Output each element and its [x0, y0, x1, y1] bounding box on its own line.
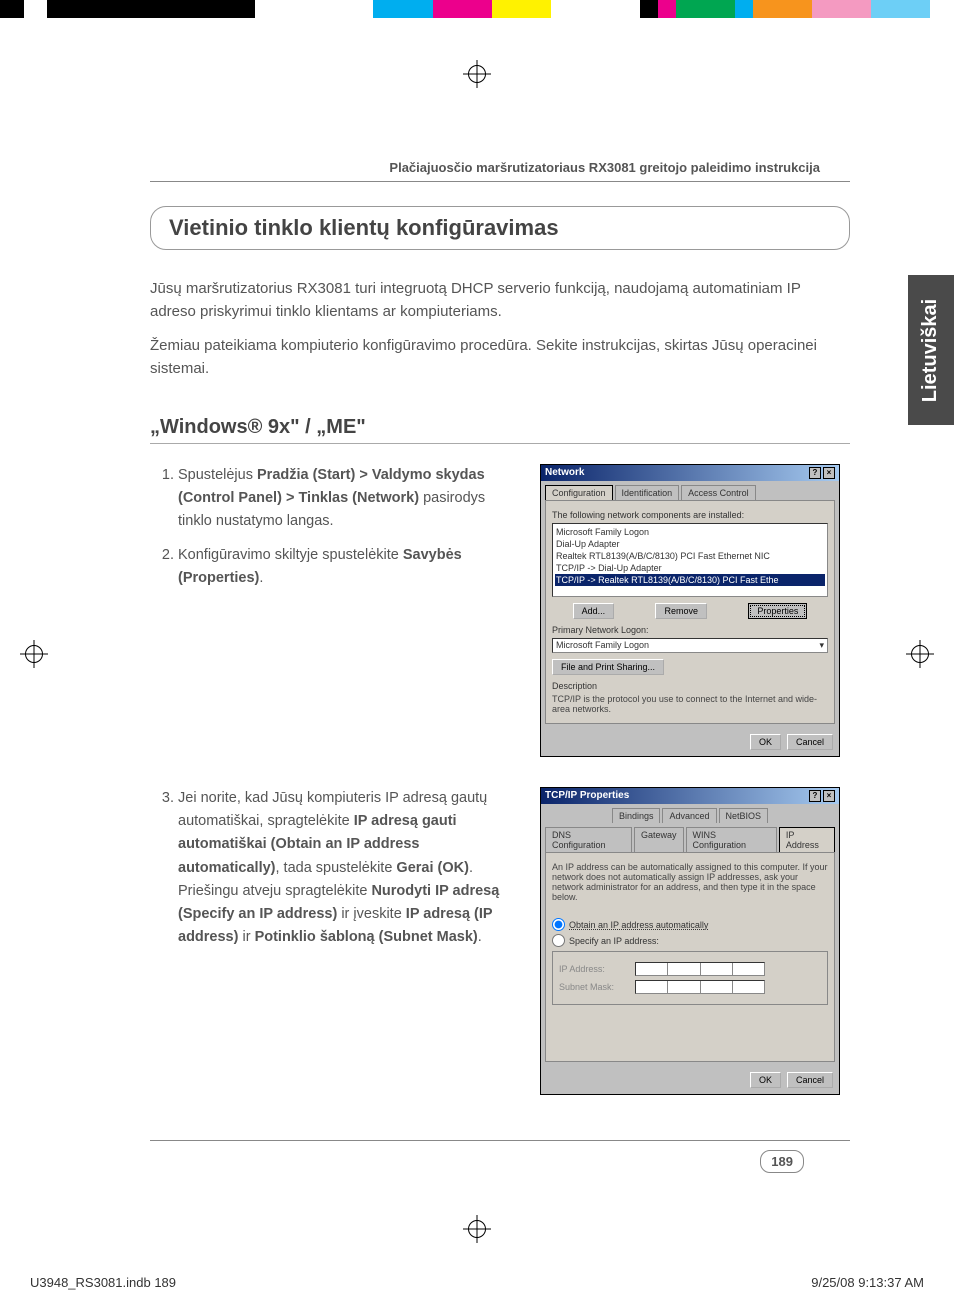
registration-mark-icon — [463, 60, 491, 88]
list-item: Dial-Up Adapter — [555, 538, 825, 550]
intro-paragraph-1: Jūsų maršrutizatorius RX3081 turi integr… — [150, 278, 850, 323]
radio-specify: Specify an IP address: — [552, 934, 828, 947]
tab-configuration: Configuration — [545, 485, 613, 500]
tab-access-control: Access Control — [681, 485, 756, 500]
cancel-button: Cancel — [787, 734, 833, 750]
description-label: Description — [552, 681, 828, 691]
primary-logon-dropdown: Microsoft Family Logon▾ — [552, 638, 828, 653]
ok-button: OK — [750, 1072, 781, 1088]
tab-identification: Identification — [615, 485, 680, 500]
tab-wins: WINS Configuration — [686, 827, 777, 852]
tab-dns: DNS Configuration — [545, 827, 632, 852]
ip-address-label: IP Address: — [559, 964, 629, 974]
divider — [150, 1140, 850, 1141]
language-tab-label: Lietuviškai — [920, 298, 943, 401]
tab-bindings: Bindings — [612, 808, 661, 823]
footer-right: 9/25/08 9:13:37 AM — [811, 1275, 924, 1290]
chevron-down-icon: ▾ — [819, 640, 824, 651]
step-2: Konfigūravimo skiltyje spustelėkite Savy… — [178, 544, 520, 590]
page-number: 189 — [760, 1150, 804, 1173]
registration-mark-icon — [463, 1215, 491, 1243]
subnet-mask-label: Subnet Mask: — [559, 982, 629, 992]
file-print-sharing-button: File and Print Sharing... — [552, 659, 664, 675]
tab-ip-address: IP Address — [779, 827, 835, 852]
page-content: Plačiajuosčio maršrutizatoriaus RX3081 g… — [150, 160, 850, 1125]
radio-input — [552, 918, 565, 931]
components-listbox: Microsoft Family Logon Dial-Up Adapter R… — [552, 523, 828, 597]
dialog-titlebar: Network ? × — [541, 465, 839, 481]
description-text: TCP/IP is the protocol you use to connec… — [552, 694, 828, 714]
section-title: Vietinio tinklo klientų konfigūravimas — [150, 206, 850, 250]
tab-gateway: Gateway — [634, 827, 684, 852]
list-item: TCP/IP -> Dial-Up Adapter — [555, 562, 825, 574]
ok-button: OK — [750, 734, 781, 750]
language-tab: Lietuviškai — [908, 275, 954, 425]
close-icon: × — [823, 467, 835, 479]
registration-mark-icon — [20, 640, 48, 668]
info-text: An IP address can be automatically assig… — [552, 862, 828, 902]
ip-fieldset: IP Address: Subnet Mask: — [552, 951, 828, 1005]
print-footer: U3948_RS3081.indb 189 9/25/08 9:13:37 AM — [30, 1275, 924, 1290]
list-item: Microsoft Family Logon — [555, 526, 825, 538]
list-item: Realtek RTL8139(A/B/C/8130) PCI Fast Eth… — [555, 550, 825, 562]
list-item-selected: TCP/IP -> Realtek RTL8139(A/B/C/8130) PC… — [555, 574, 825, 586]
radio-obtain-auto: Obtain an IP address automatically — [552, 918, 828, 931]
step-1: Spustelėjus Pradžia (Start) > Valdymo sk… — [178, 464, 520, 534]
cancel-button: Cancel — [787, 1072, 833, 1088]
document-header: Plačiajuosčio maršrutizatoriaus RX3081 g… — [150, 160, 850, 181]
help-icon: ? — [809, 467, 821, 479]
close-icon: × — [823, 790, 835, 802]
network-dialog-screenshot: Network ? × Configuration Identification… — [540, 464, 840, 757]
dialog-titlebar: TCP/IP Properties ? × — [541, 788, 839, 804]
instruction-row-2: Jei norite, kad Jūsų kompiuteris IP adre… — [150, 787, 850, 1095]
footer-left: U3948_RS3081.indb 189 — [30, 1275, 176, 1290]
tab-netbios: NetBIOS — [719, 808, 769, 823]
intro-paragraph-2: Žemiau pateikiama kompiuterio konfigūrav… — [150, 335, 850, 380]
ip-address-field — [635, 962, 765, 976]
components-label: The following network components are ins… — [552, 510, 828, 520]
registration-mark-icon — [906, 640, 934, 668]
instruction-row-1: Spustelėjus Pradžia (Start) > Valdymo sk… — [150, 464, 850, 757]
print-color-bar — [0, 0, 954, 18]
help-icon: ? — [809, 790, 821, 802]
divider — [150, 181, 850, 182]
dialog-title: TCP/IP Properties — [545, 790, 629, 802]
subnet-mask-field — [635, 980, 765, 994]
tab-advanced: Advanced — [662, 808, 716, 823]
os-subheader: „Windows® 9x" / „ME" — [150, 392, 850, 444]
remove-button: Remove — [655, 603, 707, 619]
dialog-title: Network — [545, 467, 584, 479]
radio-input — [552, 934, 565, 947]
tcpip-dialog-screenshot: TCP/IP Properties ? × Bindings Advanced … — [540, 787, 840, 1095]
properties-button: Properties — [748, 603, 807, 619]
add-button: Add... — [573, 603, 615, 619]
primary-logon-label: Primary Network Logon: — [552, 625, 828, 635]
step-3: Jei norite, kad Jūsų kompiuteris IP adre… — [178, 787, 520, 949]
